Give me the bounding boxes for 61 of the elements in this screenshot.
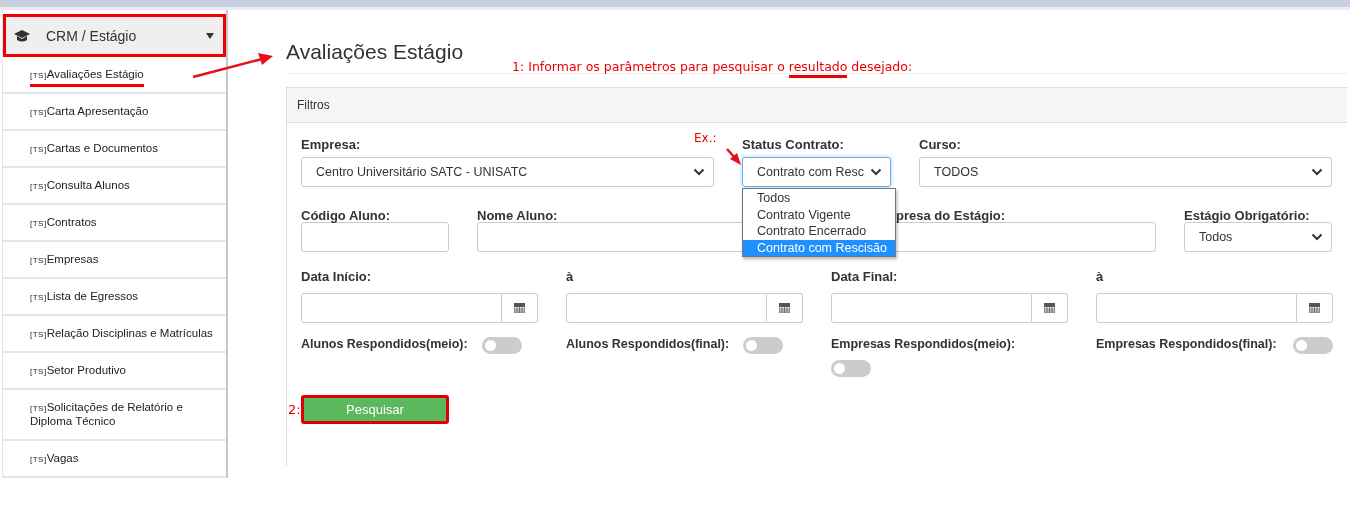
annotation-text: Ex.: (694, 131, 717, 145)
menu-item[interactable]: [TS]Contratos (3, 205, 226, 242)
calendar-button[interactable] (502, 293, 538, 323)
calendar-icon (514, 303, 525, 313)
menu-item[interactable]: [TS]Empresas (3, 242, 226, 279)
menu-item[interactable]: [TS]Cartas e Documentos (3, 131, 226, 168)
field-label: presa do Estágio: (896, 208, 1006, 223)
menu-item[interactable]: [TS]Setor Produtivo (3, 353, 226, 390)
dropdown[interactable]: Centro Universitário SATC - UNISATC (301, 157, 714, 187)
panel-header: Filtros (287, 88, 1347, 123)
date-input[interactable] (301, 293, 502, 323)
dropdown-option[interactable]: Todos (743, 190, 895, 207)
dropdown-option[interactable]: Contrato Vigente (743, 206, 895, 223)
menu-item[interactable]: [TS]Relação Disciplinas e Matrículas (3, 316, 226, 353)
page-title: Avaliações Estágio (286, 40, 464, 64)
menu-item[interactable]: [TS]Vagas (3, 441, 226, 478)
field-label: Nome Aluno: (477, 208, 558, 223)
annotation-text: 2: (288, 402, 301, 417)
chevron-down-icon (1311, 168, 1323, 176)
field-label: Empresa: (301, 137, 361, 152)
date-input[interactable] (831, 293, 1032, 323)
field-label: Empresas Respondidos(final): (1096, 337, 1277, 351)
field-label: Data Início: (301, 269, 372, 284)
field-label: à (1096, 269, 1104, 284)
field-label: Alunos Respondidos(final): (566, 337, 730, 351)
date-input[interactable] (1096, 293, 1297, 323)
graduation-cap-icon (14, 29, 30, 42)
field-label: Empresas Respondidos(meio): (831, 337, 1016, 351)
calendar-icon (1309, 303, 1320, 313)
field-label: Curso: (919, 137, 961, 152)
toggle-switch[interactable] (743, 337, 784, 354)
field-label: Alunos Respondidos(meio): (301, 337, 468, 351)
menu-item[interactable]: [TS]Carta Apresentação (3, 94, 226, 131)
calendar-button[interactable] (1297, 293, 1333, 323)
field-label: Código Aluno: (301, 208, 391, 223)
menu-item[interactable]: [TS]Solicitações de Relatório e Diploma Técnico (3, 390, 226, 441)
menu-item[interactable]: [TS]Avaliações Estágio (3, 57, 226, 94)
chevron-down-icon (693, 168, 705, 176)
dropdown-option[interactable]: Contrato Encerrado (743, 223, 895, 240)
toggle-switch[interactable] (831, 360, 871, 377)
dropdown[interactable]: Contrato com Resc (742, 157, 891, 187)
chevron-down-icon (870, 168, 882, 176)
menu-item[interactable]: [TS]Lista de Egressos (3, 279, 226, 316)
calendar-button[interactable] (1032, 293, 1068, 323)
text-input[interactable] (301, 222, 449, 252)
chevron-down-icon (1311, 233, 1323, 241)
calendar-button[interactable] (767, 293, 803, 323)
calendar-icon (1044, 303, 1055, 313)
field-label: Status Contrato: (742, 137, 844, 152)
field-label: Estágio Obrigatório: (1184, 208, 1310, 223)
calendar-icon (779, 303, 790, 313)
date-input[interactable] (566, 293, 767, 323)
field-label: Data Final: (831, 269, 898, 284)
menu-header[interactable]: CRM / Estágio (3, 14, 226, 57)
field-label: à (566, 269, 574, 284)
toggle-switch[interactable] (1293, 337, 1333, 354)
toggle-switch[interactable] (481, 337, 522, 354)
dropdown[interactable]: TODOS (919, 157, 1332, 187)
arrow-annotation (726, 148, 741, 165)
menu-item[interactable]: [TS]Consulta Alunos (3, 168, 226, 205)
dropdown[interactable]: Todos (1184, 222, 1332, 252)
